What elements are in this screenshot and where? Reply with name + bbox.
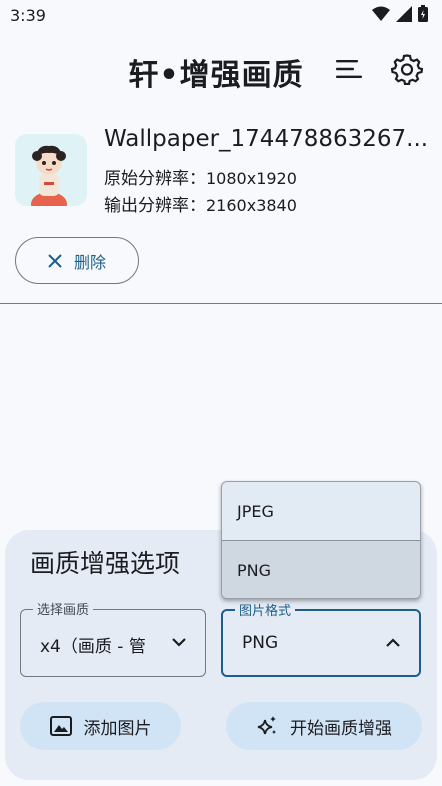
delete-button-label: 删除 — [73, 252, 106, 272]
original-resolution-label: 原始分辨率： — [104, 169, 206, 189]
start-enhance-button[interactable]: 开始画质增强 — [226, 702, 422, 750]
output-resolution: 输出分辨率：2160x3840 — [104, 191, 297, 216]
status-icons — [372, 5, 428, 22]
output-resolution-value: 2160x3840 — [206, 196, 297, 215]
signal-icon — [396, 5, 412, 22]
settings-button[interactable] — [388, 50, 426, 88]
sort-menu-button[interactable] — [330, 50, 368, 88]
format-option-jpeg[interactable]: JPEG — [222, 482, 420, 540]
app-title: 轩•增强画质 — [128, 58, 304, 93]
add-image-button[interactable]: 添加图片 — [20, 702, 181, 750]
format-select-value: PNG — [242, 633, 279, 653]
format-dropdown-menu: JPEG PNG — [221, 481, 421, 599]
file-name: Wallpaper_174478863267... — [104, 126, 429, 152]
chevron-up-icon — [386, 638, 400, 647]
add-image-label: 添加图片 — [83, 718, 152, 739]
image-icon — [49, 716, 72, 736]
format-select[interactable]: 图片格式 PNG — [221, 600, 421, 677]
quality-select-label: 选择画质 — [33, 599, 94, 618]
status-time: 3:39 — [10, 6, 46, 25]
format-select-label: 图片格式 — [235, 600, 296, 619]
original-resolution: 原始分辨率：1080x1920 — [104, 164, 297, 189]
output-resolution-label: 输出分辨率： — [104, 196, 206, 216]
delete-button[interactable]: 删除 — [15, 237, 139, 284]
sparkle-icon — [257, 716, 276, 735]
sort-icon — [336, 60, 362, 78]
quality-select-value: x4（画质 - 管 — [40, 637, 146, 657]
battery-icon — [418, 5, 428, 22]
chevron-down-icon — [172, 638, 186, 647]
image-thumbnail[interactable] — [15, 134, 87, 206]
close-icon — [48, 253, 62, 268]
wifi-icon — [372, 6, 390, 21]
format-option-png[interactable]: PNG — [222, 540, 420, 598]
gear-icon — [391, 54, 423, 85]
quality-select[interactable]: 选择画质 x4（画质 - 管 — [20, 599, 206, 677]
panel-title: 画质增强选项 — [30, 549, 181, 578]
start-enhance-label: 开始画质增强 — [290, 718, 392, 739]
thumbnail-image — [15, 134, 87, 206]
original-resolution-value: 1080x1920 — [206, 169, 297, 188]
divider — [0, 303, 442, 304]
